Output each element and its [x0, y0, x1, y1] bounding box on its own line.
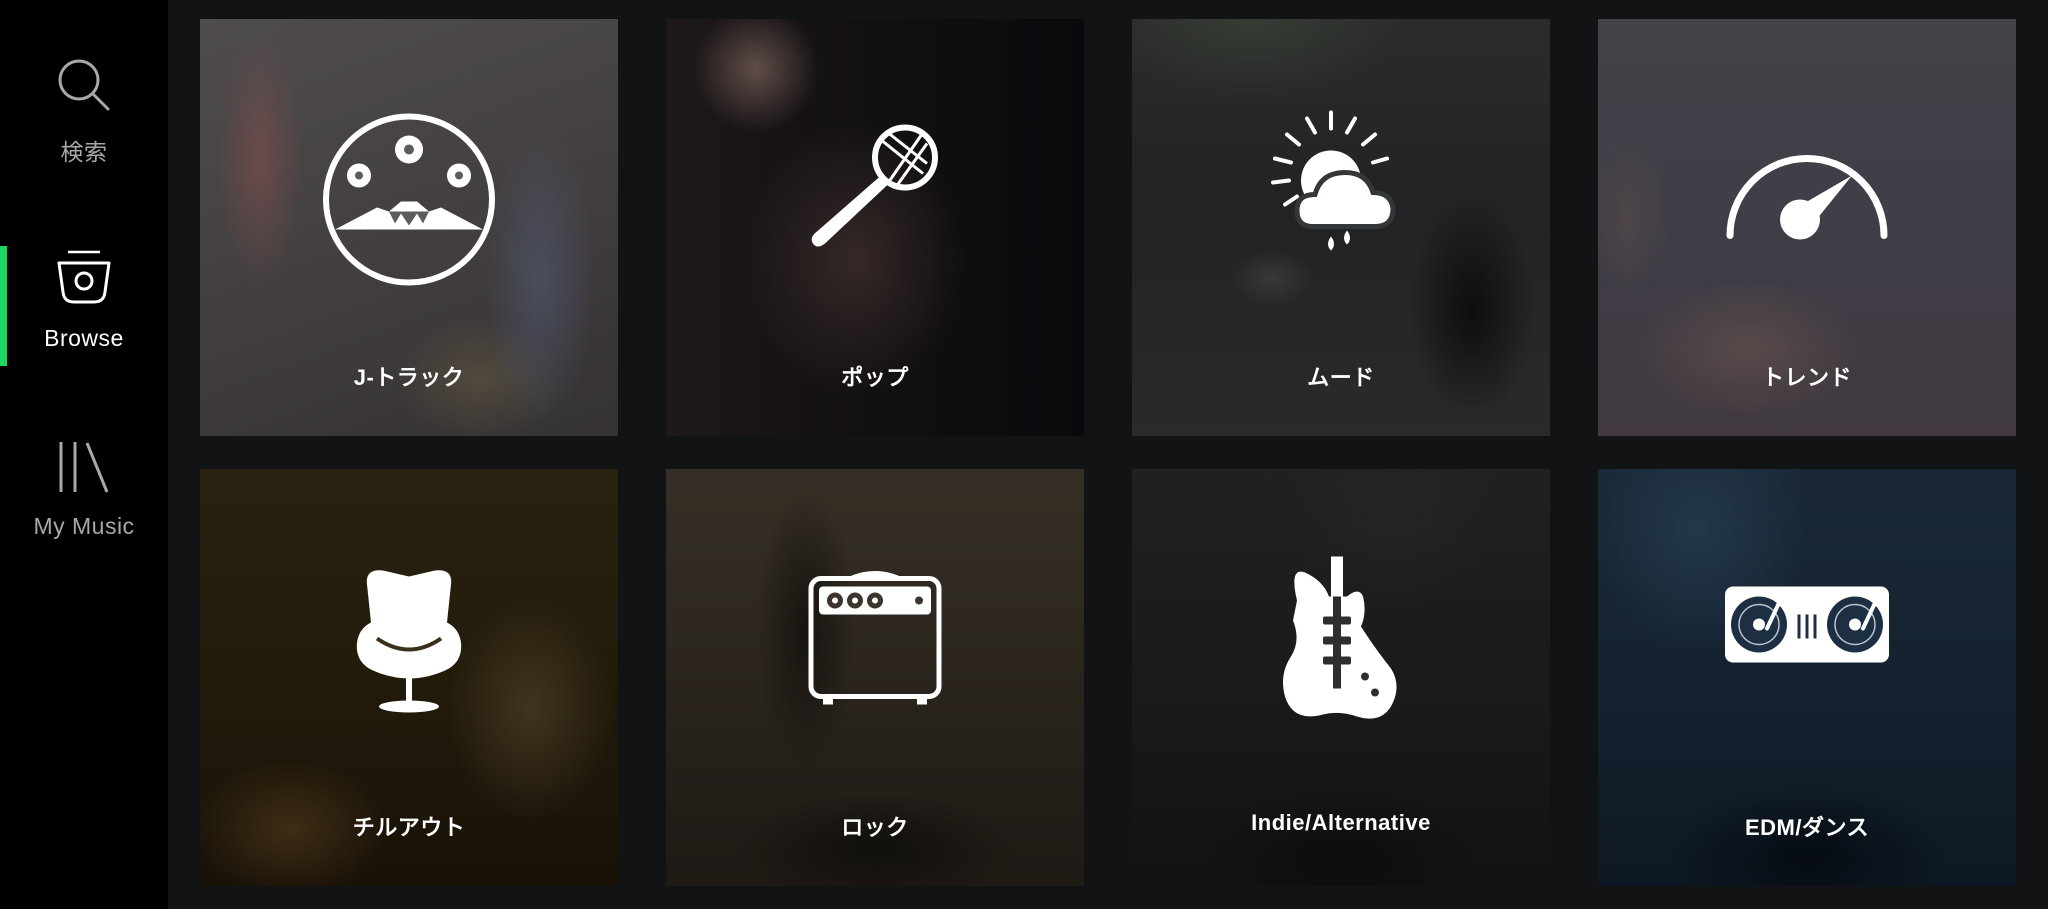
tile-label: EDM/ダンス — [1744, 815, 1870, 840]
category-tile-chillout[interactable]: チルアウト — [200, 469, 618, 886]
tile-label: ポップ — [841, 365, 909, 390]
sidebar-item-label: 検索 — [60, 139, 108, 165]
sidebar-item-label: Browse — [44, 325, 124, 351]
tile-label: チルアウト — [352, 815, 466, 840]
electric-guitar-icon — [1279, 556, 1403, 732]
amplifier-icon — [807, 568, 943, 711]
weather-icon — [1261, 108, 1421, 263]
sidebar-item-search[interactable]: 検索 — [0, 56, 168, 167]
category-tile-j-track[interactable]: J-トラック — [200, 19, 618, 436]
tile-label: ロック — [841, 815, 909, 840]
sidebar-item-label: My Music — [33, 513, 135, 539]
app-window: 検索 Browse My Music J-トラック ポップ ムード トレンド チ… — [0, 0, 2048, 909]
category-tile-pop[interactable]: ポップ — [666, 19, 1084, 436]
turntables-icon — [1723, 585, 1891, 670]
library-icon — [55, 440, 113, 499]
egg-chair-icon — [349, 567, 469, 722]
radio-icon — [55, 250, 113, 311]
tile-label: ムード — [1307, 365, 1375, 390]
category-tile-mood[interactable]: ムード — [1132, 19, 1550, 436]
search-icon — [55, 56, 113, 119]
speedometer-icon — [1722, 127, 1892, 252]
category-tile-trend[interactable]: トレンド — [1598, 19, 2016, 436]
sidebar-item-my-music[interactable]: My Music — [0, 440, 168, 540]
sidebar: 検索 Browse My Music — [0, 0, 168, 909]
tile-label: Indie/Alternative — [1251, 810, 1431, 835]
category-tile-edm-dance[interactable]: EDM/ダンス — [1598, 469, 2016, 886]
mount-fuji-icon — [321, 112, 497, 293]
tile-label: J-トラック — [353, 365, 465, 390]
category-tile-rock[interactable]: ロック — [666, 469, 1084, 886]
sidebar-item-browse[interactable]: Browse — [0, 250, 168, 352]
tile-label: トレンド — [1761, 365, 1852, 390]
category-tile-indie-alternative[interactable]: Indie/Alternative — [1132, 469, 1550, 886]
microphone-icon — [805, 117, 945, 262]
